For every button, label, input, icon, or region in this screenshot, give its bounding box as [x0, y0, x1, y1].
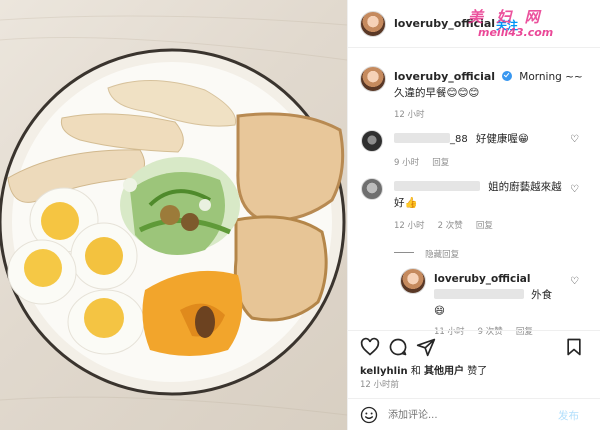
reply-avatar[interactable]: [400, 268, 426, 294]
likes-suffix: 赞了: [467, 366, 488, 377]
reply-emoji: 😄: [434, 305, 445, 317]
comment-1-text: 好健康喔😁: [475, 133, 529, 145]
likes-others[interactable]: 其他用户: [424, 366, 464, 377]
likes-user[interactable]: kellyhlin: [360, 366, 408, 377]
comment-2-like-heart-icon[interactable]: ♡: [570, 184, 579, 195]
caption-avatar[interactable]: [360, 66, 386, 92]
watermark-top: 美 妇 网: [468, 8, 544, 26]
reply-text: 外食: [531, 289, 553, 301]
save-bookmark-icon[interactable]: [564, 337, 584, 357]
comment-1-username-blurred: [394, 132, 450, 143]
breakfast-plate-image: [0, 15, 347, 416]
post-panel: loveruby_official 关注 美 妇 网 meili43.com l…: [347, 0, 600, 430]
comment-1-like-heart-icon[interactable]: ♡: [570, 134, 579, 145]
comment-1-username-suffix[interactable]: _88: [450, 134, 468, 145]
caption-text: Morning ~~: [519, 71, 583, 83]
caption-line2: 久違的早餐😊😊😊: [394, 87, 480, 99]
add-comment-bar: 发布: [348, 398, 600, 430]
hide-replies-label: 隐藏回复: [425, 250, 460, 260]
hide-replies-line: [394, 252, 414, 253]
reply-like-heart-icon[interactable]: ♡: [570, 276, 579, 287]
add-comment-input[interactable]: [388, 407, 538, 423]
post-time: 12 小时前: [360, 380, 400, 390]
hide-replies-toggle[interactable]: 隐藏回复: [394, 242, 459, 261]
post-photo[interactable]: [0, 0, 347, 430]
post-header: loveruby_official 关注 美 妇 网 meili43.com: [348, 0, 600, 48]
comment-2-likes[interactable]: 2 次赞: [438, 221, 463, 231]
comment-1-time: 9 小时: [394, 158, 420, 168]
author-avatar[interactable]: [360, 11, 386, 37]
reply-text-blurred: [434, 288, 524, 299]
site-watermark: 美 妇 网 meili43.com: [468, 6, 553, 39]
reply-username[interactable]: loveruby_official: [434, 273, 530, 285]
watermark-bottom: meili43.com: [478, 26, 554, 39]
comment-2-time: 12 小时: [394, 221, 425, 231]
verified-badge-icon: [502, 71, 513, 81]
comment-1-reply-button[interactable]: 回复: [432, 158, 449, 168]
post-comment-button[interactable]: 发布: [558, 408, 579, 423]
comment-1-avatar[interactable]: [361, 130, 383, 152]
caption-username[interactable]: loveruby_official: [394, 70, 495, 83]
likes-joiner: 和: [410, 366, 421, 377]
comment-2-avatar[interactable]: [361, 178, 383, 200]
like-heart-icon[interactable]: [360, 337, 380, 357]
comment-2-username-blurred: [394, 180, 480, 191]
comment-bubble-icon[interactable]: [388, 337, 408, 357]
caption-time: 12 小时: [394, 110, 425, 120]
action-bar: [348, 330, 600, 360]
emoji-smiley-icon[interactable]: [360, 406, 378, 424]
comment-2-reply-button[interactable]: 回复: [476, 221, 493, 231]
share-paper-plane-icon[interactable]: [416, 337, 436, 357]
likes-line: kellyhlin 和 其他用户 赞了: [360, 362, 487, 377]
